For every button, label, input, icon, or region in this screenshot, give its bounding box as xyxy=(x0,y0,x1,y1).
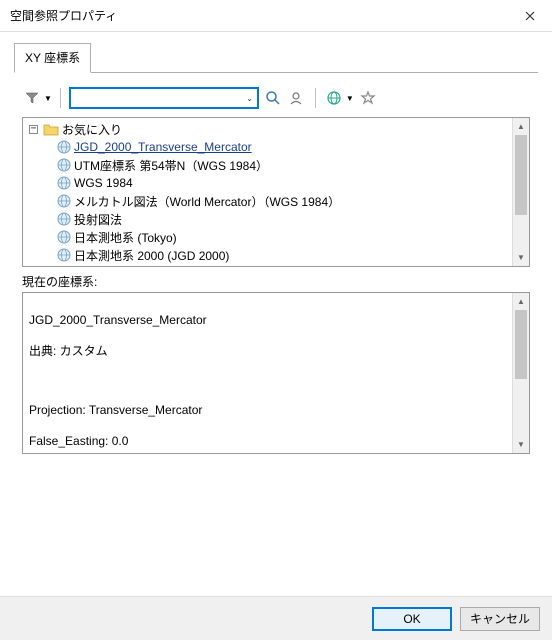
tree-item-label: UTM座標系 第54帯N（WGS 1984） xyxy=(74,157,268,174)
coord-tree[interactable]: − お気に入り JGD_2000_Transverse_Mercator UTM座… xyxy=(22,117,530,267)
window-title: 空間参照プロパティ xyxy=(10,7,117,24)
tree-item-label: 投射図法 xyxy=(74,211,122,228)
scrollbar-vertical[interactable]: ▲ ▼ xyxy=(512,118,529,266)
globe-icon xyxy=(57,266,71,267)
current-coord-label: 現在の座標系: xyxy=(22,273,530,290)
titlebar: 空間参照プロパティ xyxy=(0,0,552,32)
tree-item-label: 日本測地系 2011 (JGD 2011) xyxy=(74,265,228,268)
tab-row: XY 座標系 xyxy=(14,42,538,73)
scroll-down-icon[interactable]: ▼ xyxy=(513,249,529,266)
tree-item[interactable]: 日本測地系 2000 (JGD 2000) xyxy=(27,246,525,264)
globe-icon xyxy=(57,230,71,244)
globe-button[interactable] xyxy=(324,88,344,108)
tree-item[interactable]: UTM座標系 第54帯N（WGS 1984） xyxy=(27,156,525,174)
toolbar: ▼ ⌄ ▼ xyxy=(22,87,530,109)
chevron-down-icon[interactable]: ▼ xyxy=(44,94,52,103)
scroll-thumb[interactable] xyxy=(515,310,527,379)
detail-source: 出典: カスタム xyxy=(29,344,523,360)
tree-item-label: 日本測地系 2000 (JGD 2000) xyxy=(74,247,229,264)
tree-item[interactable]: JGD_2000_Transverse_Mercator xyxy=(27,138,525,156)
tree-item[interactable]: 日本測地系 (Tokyo) xyxy=(27,228,525,246)
favorite-button[interactable] xyxy=(358,88,378,108)
globe-icon xyxy=(57,176,71,190)
tree-item-label: 日本測地系 (Tokyo) xyxy=(74,229,177,246)
scroll-down-icon[interactable]: ▼ xyxy=(513,436,529,453)
tree-item[interactable]: WGS 1984 xyxy=(27,174,525,192)
chevron-down-icon[interactable]: ⌄ xyxy=(244,94,255,103)
tree-item-label: WGS 1984 xyxy=(74,176,133,190)
star-icon xyxy=(360,90,376,106)
globe-icon xyxy=(57,158,71,172)
details-text: JGD_2000_Transverse_Mercator 出典: カスタム Pr… xyxy=(23,293,529,454)
tree-item[interactable]: 日本測地系 2011 (JGD 2011) xyxy=(27,264,525,267)
people-icon xyxy=(289,90,305,106)
search-icon xyxy=(265,90,281,106)
detail-projection: Projection: Transverse_Mercator xyxy=(29,403,523,419)
ok-button[interactable]: OK xyxy=(372,607,452,631)
coord-details: JGD_2000_Transverse_Mercator 出典: カスタム Pr… xyxy=(22,292,530,454)
folder-icon xyxy=(43,122,59,136)
tree-item[interactable]: 投射図法 xyxy=(27,210,525,228)
collapse-icon[interactable]: − xyxy=(29,125,38,134)
close-icon xyxy=(525,11,535,21)
tree-folder-label: お気に入り xyxy=(62,121,122,138)
close-button[interactable] xyxy=(507,1,552,31)
detail-name: JGD_2000_Transverse_Mercator xyxy=(29,313,523,329)
search-button[interactable] xyxy=(263,88,283,108)
chevron-down-icon[interactable]: ▼ xyxy=(346,94,354,103)
separator xyxy=(60,88,61,108)
tree-item[interactable]: メルカトル図法（World Mercator）（WGS 1984） xyxy=(27,192,525,210)
search-box[interactable]: ⌄ xyxy=(69,87,259,109)
tree-item-label: メルカトル図法（World Mercator）（WGS 1984） xyxy=(74,193,340,210)
tree-item-label: JGD_2000_Transverse_Mercator xyxy=(74,140,252,154)
globe-icon xyxy=(326,90,342,106)
button-bar: OK キャンセル xyxy=(0,596,552,640)
scroll-track[interactable] xyxy=(513,310,529,436)
globe-icon xyxy=(57,248,71,262)
globe-icon xyxy=(57,212,71,226)
cancel-button[interactable]: キャンセル xyxy=(460,607,540,631)
scroll-track[interactable] xyxy=(513,135,529,249)
globe-icon xyxy=(57,140,71,154)
globe-icon xyxy=(57,194,71,208)
tree-folder-favorites[interactable]: − お気に入り xyxy=(27,120,525,138)
funnel-icon xyxy=(25,91,39,105)
filter-button[interactable] xyxy=(22,88,42,108)
scroll-thumb[interactable] xyxy=(515,135,527,215)
scroll-up-icon[interactable]: ▲ xyxy=(513,118,529,135)
scrollbar-vertical[interactable]: ▲ ▼ xyxy=(512,293,529,453)
scroll-up-icon[interactable]: ▲ xyxy=(513,293,529,310)
search-input[interactable] xyxy=(75,90,244,106)
separator xyxy=(315,88,316,108)
people-button[interactable] xyxy=(287,88,307,108)
tab-xy-coord[interactable]: XY 座標系 xyxy=(14,43,91,73)
detail-false-easting: False_Easting: 0.0 xyxy=(29,434,523,450)
